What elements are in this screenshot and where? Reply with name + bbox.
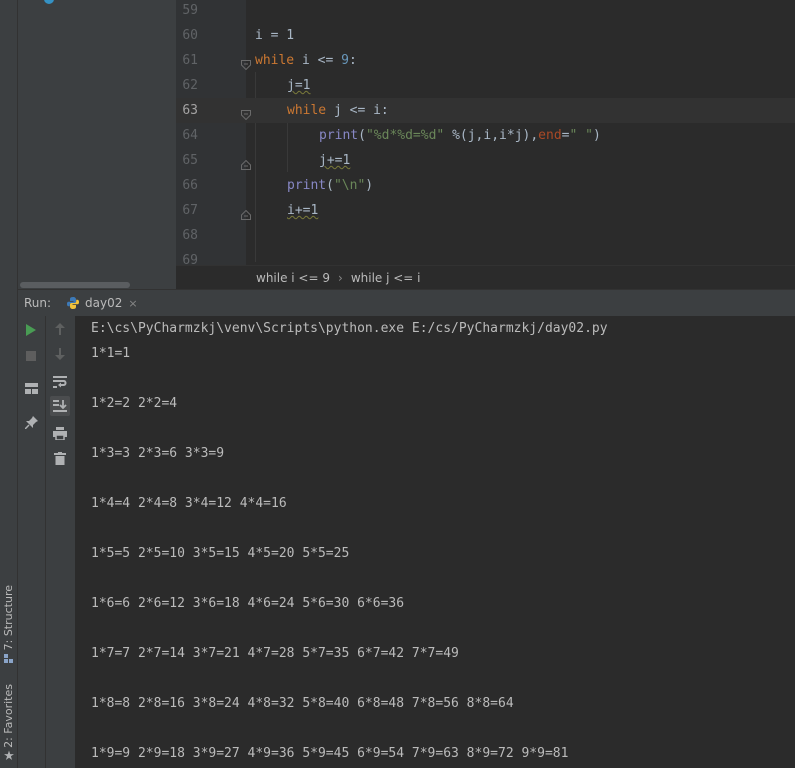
stop-button[interactable]: [21, 346, 41, 366]
line-number: 66: [182, 178, 198, 193]
line-number: 68: [182, 228, 198, 243]
breadcrumb-item[interactable]: while j <= i: [351, 271, 421, 285]
run-title: Run:: [24, 296, 52, 310]
scroll-up-button[interactable]: [50, 319, 70, 339]
layout-icon: [24, 382, 38, 394]
scroll-to-end-button[interactable]: [50, 396, 70, 416]
code-line: 62 j=1: [176, 73, 795, 98]
run-toolbar-secondary: [46, 316, 75, 768]
console-output-line: 1*5=5 2*5=10 3*5=15 4*5=20 5*5=25: [91, 546, 350, 561]
breadcrumb-item[interactable]: while i <= 9: [256, 271, 330, 285]
line-number: 62: [182, 78, 198, 93]
run-console[interactable]: E:\cs\PyCharmzkj\venv\Scripts\python.exe…: [75, 316, 795, 768]
favorites-tool-tab[interactable]: 2: Favorites: [1, 684, 16, 761]
project-node-icon: [44, 0, 54, 4]
code-editor[interactable]: 59 60 i = 1 61 while i <= 9: 62 j=1 63 w…: [176, 0, 795, 268]
line-number: 67: [182, 203, 198, 218]
code-line: 60 i = 1: [176, 23, 795, 48]
trash-icon: [54, 451, 66, 465]
line-number: 59: [182, 3, 198, 18]
run-toolbar-primary: [18, 316, 46, 768]
clear-all-button[interactable]: [50, 448, 70, 468]
stop-icon: [26, 351, 36, 361]
code-line: 65 j+=1: [176, 148, 795, 173]
structure-tab-label: 7: Structure: [2, 585, 15, 651]
project-horizontal-scrollbar[interactable]: [18, 280, 176, 289]
code-text: while i <= 9:: [255, 53, 357, 68]
code-text: i+=1: [287, 203, 319, 218]
console-output-line: 1*8=8 2*8=16 3*8=24 4*8=32 5*8=40 6*8=48…: [91, 696, 514, 711]
line-number: 61: [182, 53, 198, 68]
line-number: 64: [182, 128, 198, 143]
fold-end-icon[interactable]: [241, 205, 251, 220]
code-text: while j <= i:: [287, 103, 389, 118]
arrow-down-icon: [55, 348, 65, 360]
fold-marker-icon[interactable]: [241, 105, 251, 121]
code-line: 64 print("%d*%d=%d" %(j,i,i*j),end=" "): [176, 123, 795, 148]
star-icon: [3, 750, 14, 761]
code-line: 66 print("\n"): [176, 173, 795, 198]
close-tab-icon[interactable]: ×: [128, 297, 137, 310]
code-line: 68: [176, 223, 795, 248]
print-button[interactable]: [50, 423, 70, 443]
print-icon: [53, 426, 67, 440]
fold-marker-icon[interactable]: [241, 55, 251, 71]
line-number: 63: [182, 103, 198, 118]
fold-end-icon[interactable]: [241, 155, 251, 170]
console-output-line: 1*7=7 2*7=14 3*7=21 4*7=28 5*7=35 6*7=42…: [91, 646, 459, 661]
restore-layout-button[interactable]: [21, 378, 41, 398]
pin-icon: [24, 415, 38, 429]
soft-wrap-button[interactable]: [50, 372, 70, 392]
arrow-up-icon: [55, 323, 65, 335]
code-line: 61 while i <= 9:: [176, 48, 795, 73]
rerun-button[interactable]: [21, 320, 41, 340]
code-text: j+=1: [319, 153, 351, 168]
code-text: j=1: [287, 78, 311, 93]
pin-tab-button[interactable]: [21, 412, 41, 432]
project-scrollbar-thumb[interactable]: [20, 282, 130, 288]
run-tool-window-header: Run: day02 ×: [18, 289, 795, 317]
play-icon: [26, 324, 36, 336]
structure-tool-tab[interactable]: 7: Structure: [1, 585, 16, 663]
code-text: print("%d*%d=%d" %(j,i,i*j),end=" "): [319, 128, 601, 143]
line-number: 60: [182, 28, 198, 43]
console-output-line: 1*3=3 2*3=6 3*3=9: [91, 446, 225, 461]
console-output-line: 1*1=1: [91, 346, 131, 361]
console-output-line: 1*9=9 2*9=18 3*9=27 4*9=36 5*9=45 6*9=54…: [91, 746, 569, 761]
console-command-line: E:\cs\PyCharmzkj\venv\Scripts\python.exe…: [91, 321, 608, 336]
console-output-line: 1*4=4 2*4=8 3*4=12 4*4=16: [91, 496, 287, 511]
run-tab-day02[interactable]: day02 ×: [66, 290, 138, 316]
editor-breadcrumb: while i <= 9 › while j <= i: [176, 265, 795, 290]
left-tool-strip: 7: Structure 2: Favorites: [0, 0, 18, 768]
console-output-line: 1*6=6 2*6=12 3*6=18 4*6=24 5*6=30 6*6=36: [91, 596, 405, 611]
code-line: 67 i+=1: [176, 198, 795, 223]
code-text: i = 1: [255, 28, 295, 43]
code-text: print("\n"): [287, 178, 374, 193]
scroll-down-button[interactable]: [50, 344, 70, 364]
python-icon: [66, 296, 80, 310]
code-line-current: 63 while j <= i:: [176, 98, 795, 123]
project-panel: [18, 0, 176, 289]
breadcrumb-separator-icon: ›: [338, 271, 343, 285]
code-line: 59: [176, 0, 795, 23]
line-number: 65: [182, 153, 198, 168]
scroll-to-end-icon: [53, 400, 67, 412]
pycharm-window: 7: Structure 2: Favorites 59 60 i = 1 61…: [0, 0, 795, 768]
run-tab-label: day02: [85, 296, 123, 310]
console-output-line: 1*2=2 2*2=4: [91, 396, 178, 411]
structure-icon: [4, 653, 14, 663]
favorites-tab-label: 2: Favorites: [2, 684, 15, 748]
soft-wrap-icon: [53, 376, 67, 388]
